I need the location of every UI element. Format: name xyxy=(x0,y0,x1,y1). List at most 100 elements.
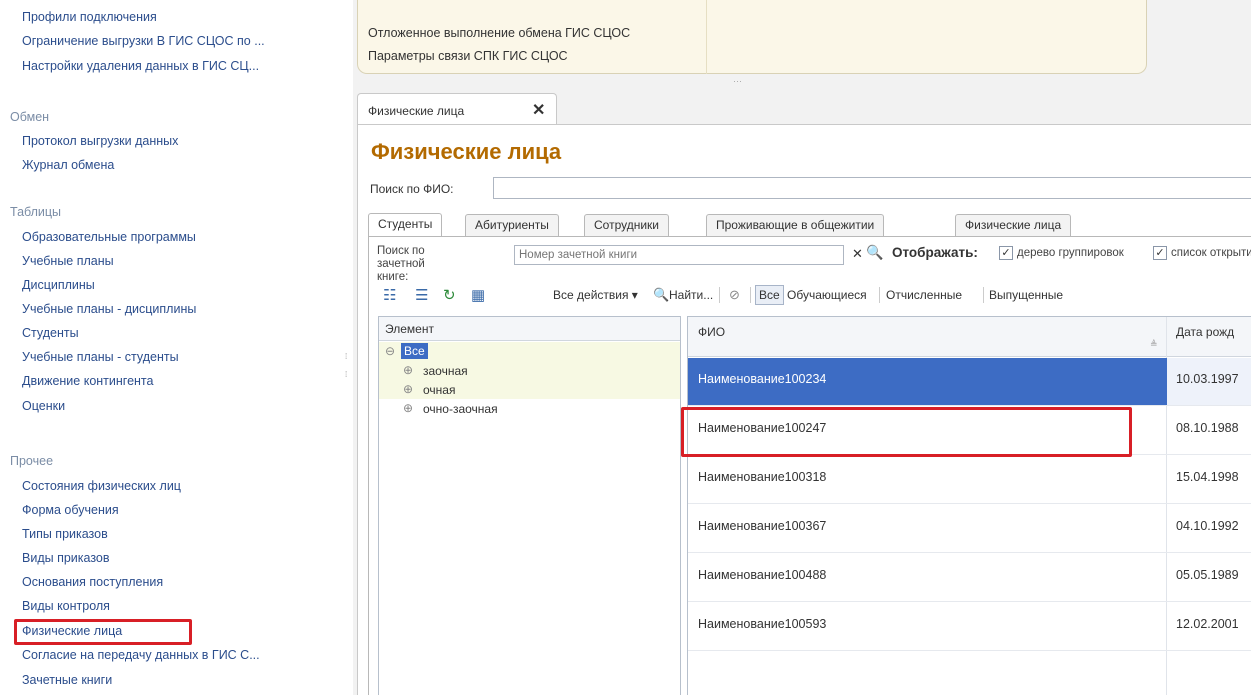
main-content: Отложенное выполнение обмена ГИС СЦОС Па… xyxy=(353,0,1251,695)
nav-item-control-types[interactable]: Виды контроля xyxy=(22,599,110,613)
tree-item-full-time[interactable]: ⊕ очная xyxy=(379,380,680,399)
tree-item-label: очно-заочная xyxy=(423,402,498,416)
tab-students[interactable]: Студенты xyxy=(368,213,443,237)
nav-item-persons[interactable]: Физические лица xyxy=(22,624,122,638)
group-tree: Элемент ⊖ Все ⊕ заочная ⊕ очная ⊕ очно-з… xyxy=(378,316,681,695)
list-mode-icon[interactable]: ☰ xyxy=(415,286,428,304)
filter-students-button[interactable]: Обучающиеся xyxy=(787,288,867,302)
nav-item-order-kinds[interactable]: Виды приказов xyxy=(22,551,110,565)
nav-item-export-restriction[interactable]: Ограничение выгрузки В ГИС СЦОС по ... xyxy=(22,34,265,48)
toolbar-separator xyxy=(719,287,720,303)
expand-icon[interactable]: ⊕ xyxy=(403,401,413,415)
link-connection-params[interactable]: Параметры связи СПК ГИС СЦОС xyxy=(368,49,568,63)
checkbox-open-list-label: список открыти xyxy=(1171,247,1251,259)
tree-column-header[interactable]: Элемент xyxy=(379,317,680,341)
nav-item-contingent-movement[interactable]: Движение контингента xyxy=(22,374,153,388)
nav-item-disciplines[interactable]: Дисциплины xyxy=(22,278,95,292)
table-row[interactable]: Наименование100488 05.05.1989 xyxy=(688,554,1251,602)
top-panel-divider xyxy=(706,0,707,74)
page-title: Физические лица xyxy=(371,139,562,164)
checkbox-group-tree-label: дерево группировок xyxy=(1017,247,1124,259)
cell-birth-date: 05.05.1989 xyxy=(1176,568,1239,582)
expand-icon[interactable]: ⊕ xyxy=(403,382,413,396)
table-settings-icon[interactable]: ▦ xyxy=(471,286,485,304)
nav-item-person-states[interactable]: Состояния физических лиц xyxy=(22,479,181,493)
find-icon[interactable]: 🔍 xyxy=(653,287,669,303)
link-deferred-exchange[interactable]: Отложенное выполнение обмена ГИС СЦОС xyxy=(368,26,630,40)
persons-form: Физические лица Поиск по ФИО: Студенты А… xyxy=(357,124,1251,695)
refresh-icon[interactable]: ↻ xyxy=(443,286,456,304)
checkbox-group-tree[interactable]: ✓ xyxy=(999,246,1013,260)
nav-item-study-form[interactable]: Форма обучения xyxy=(22,503,119,517)
students-tab-panel: Поиск по зачетной книге: ✕ 🔍 Отображать:… xyxy=(368,236,1251,695)
cell-birth-date: 15.04.1998 xyxy=(1176,470,1239,484)
filter-expelled-button[interactable]: Отчисленные xyxy=(886,288,962,302)
tab-applicants[interactable]: Абитуриенты xyxy=(465,214,559,236)
panel-resize-grip-icon[interactable]: ⋯ xyxy=(733,76,745,87)
tab-dormitory-residents[interactable]: Проживающие в общежитии xyxy=(706,214,885,236)
display-options-label: Отображать: xyxy=(892,245,978,260)
nav-item-edu-programs[interactable]: Образовательные программы xyxy=(22,230,196,244)
nav-item-deletion-settings[interactable]: Настройки удаления данных в ГИС СЦ... xyxy=(22,59,259,73)
nav-item-order-types[interactable]: Типы приказов xyxy=(22,527,108,541)
toolbar-separator-4 xyxy=(983,287,984,303)
tree-item-label: Все xyxy=(401,343,428,359)
panel-splitter[interactable]: ⁞ ⁞ xyxy=(343,0,353,695)
cell-fio: Наименование100318 xyxy=(698,470,827,484)
tree-item-label: очная xyxy=(423,383,456,397)
nav-item-study-plans-students[interactable]: Учебные планы - студенты xyxy=(22,350,179,364)
tab-persons-document[interactable]: Физические лица ✕ xyxy=(357,93,557,125)
cell-fio: Наименование100247 xyxy=(698,421,827,435)
search-fio-input[interactable] xyxy=(493,177,1251,199)
nav-item-grades[interactable]: Оценки xyxy=(22,399,65,413)
record-book-search-label: Поиск по зачетной книге: xyxy=(377,245,425,283)
nav-section-tables: Таблицы xyxy=(10,205,62,219)
table-row[interactable]: Наименование100234 10.03.1997 xyxy=(688,358,1251,406)
filter-all-button[interactable]: Все xyxy=(755,285,784,305)
record-book-search-input[interactable] xyxy=(514,245,844,265)
column-header-birth-date[interactable]: Дата рожд xyxy=(1176,325,1234,339)
clear-icon[interactable]: ✕ xyxy=(852,246,863,262)
tree-item-extramural[interactable]: ⊕ заочная xyxy=(379,361,680,380)
find-button[interactable]: Найти... xyxy=(669,288,713,302)
toolbar-separator-3 xyxy=(879,287,880,303)
nav-item-admission-grounds[interactable]: Основания поступления xyxy=(22,575,163,589)
cell-birth-date: 10.03.1997 xyxy=(1167,358,1251,405)
nav-item-export-log[interactable]: Протокол выгрузки данных xyxy=(22,134,178,148)
cell-fio: Наименование100593 xyxy=(698,617,827,631)
nav-section-other: Прочее xyxy=(10,454,54,468)
collapse-icon[interactable]: ⊖ xyxy=(385,344,395,358)
close-icon[interactable]: ✕ xyxy=(532,100,545,120)
splitter-grip-icon-2: ⁞ xyxy=(345,370,348,379)
cell-birth-date: 04.10.1992 xyxy=(1176,519,1239,533)
all-actions-menu[interactable]: Все действия ▾ xyxy=(553,288,638,302)
hierarchy-mode-icon[interactable]: ☷ xyxy=(383,286,396,304)
checkbox-open-list[interactable]: ✓ xyxy=(1153,246,1167,260)
nav-item-study-plans-disciplines[interactable]: Учебные планы - дисциплины xyxy=(22,302,196,316)
column-header-fio[interactable]: ФИО xyxy=(698,325,725,339)
filter-graduated-button[interactable]: Выпущенные xyxy=(989,288,1063,302)
tree-item-part-time[interactable]: ⊕ очно-заочная xyxy=(379,399,680,418)
table-row[interactable]: Наименование100247 08.10.1988 xyxy=(688,407,1251,455)
nav-item-students[interactable]: Студенты xyxy=(22,326,79,340)
tab-employees[interactable]: Сотрудники xyxy=(584,214,669,236)
cell-fio: Наименование100488 xyxy=(698,568,827,582)
expand-icon[interactable]: ⊕ xyxy=(403,363,413,377)
nav-item-connection-profiles[interactable]: Профили подключения xyxy=(22,10,157,24)
nav-item-study-plans[interactable]: Учебные планы xyxy=(22,254,114,268)
table-row[interactable]: Наименование100367 04.10.1992 xyxy=(688,505,1251,553)
cell-birth-date: 08.10.1988 xyxy=(1176,421,1239,435)
persons-grid: ФИО ≜ Дата рожд Наименование100234 10.03… xyxy=(687,316,1251,695)
cancel-search-icon[interactable]: ⊘ xyxy=(729,287,740,303)
search-fio-label: Поиск по ФИО: xyxy=(370,182,454,196)
tab-persons[interactable]: Физические лица xyxy=(955,214,1072,236)
nav-item-exchange-journal[interactable]: Журнал обмена xyxy=(22,158,114,172)
table-row[interactable]: Наименование100318 15.04.1998 xyxy=(688,456,1251,504)
table-row[interactable]: Наименование100593 12.02.2001 xyxy=(688,603,1251,651)
tree-item-label: заочная xyxy=(423,364,468,378)
tree-item-all[interactable]: ⊖ Все xyxy=(379,342,680,361)
nav-item-data-transfer-consent[interactable]: Согласие на передачу данных в ГИС С... xyxy=(22,648,260,662)
nav-item-record-books[interactable]: Зачетные книги xyxy=(22,673,112,687)
left-navigation-panel: Профили подключения Ограничение выгрузки… xyxy=(0,0,345,695)
search-icon[interactable]: 🔍 xyxy=(866,244,883,261)
